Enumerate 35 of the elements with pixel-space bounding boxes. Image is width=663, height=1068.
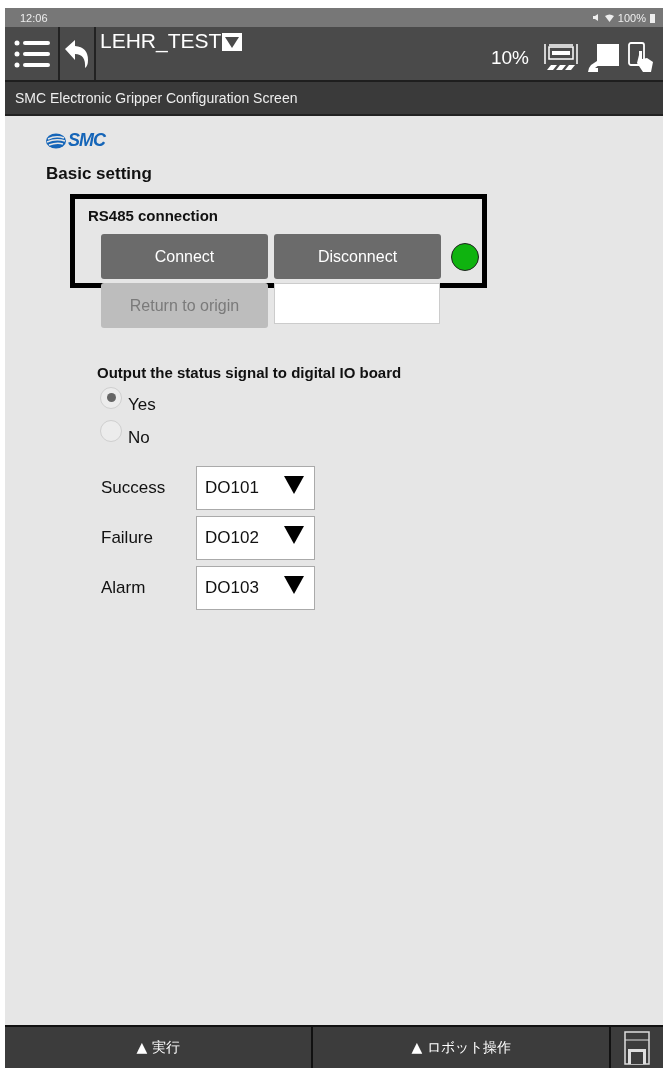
section-title: Basic setting	[46, 164, 153, 184]
speed-value: 10%	[490, 46, 529, 69]
connection-label: RS485 connection	[88, 207, 219, 224]
mute-icon	[591, 13, 601, 22]
input-field[interactable]	[274, 283, 440, 324]
execute-tab[interactable]: ▲ 実行	[5, 1027, 313, 1068]
screen-title: SMC Electronic Gripper Configuration Screen	[15, 90, 298, 106]
dropdown-icon[interactable]	[222, 33, 243, 51]
signal-label: Alarm	[101, 578, 147, 598]
back-arrow-icon	[65, 39, 89, 68]
output-select[interactable]: DO101	[196, 466, 315, 510]
battery-level: 100%	[617, 11, 646, 24]
radio-label: No	[128, 427, 150, 448]
robot-operation-tab[interactable]: ▲ ロボット操作	[313, 1027, 611, 1068]
dropdown-arrow-icon	[284, 576, 304, 594]
menu-icon	[13, 39, 50, 68]
auto-mode-icon[interactable]	[543, 42, 579, 71]
disconnect-button[interactable]: Disconnect	[274, 234, 441, 279]
radio-button[interactable]	[100, 419, 122, 442]
dropdown-arrow-icon	[284, 526, 304, 544]
connect-button[interactable]: Connect	[101, 234, 268, 279]
dropdown-arrow-icon	[284, 476, 304, 494]
clock-time: 12:06	[20, 11, 48, 24]
signal-label: Success	[101, 478, 167, 498]
output-select[interactable]: DO103	[196, 566, 315, 610]
signal-label: Failure	[101, 528, 154, 548]
company-logo: SMC	[45, 130, 105, 151]
output-select[interactable]: DO102	[196, 516, 315, 560]
program-title: LEHR_TEST	[100, 29, 222, 53]
output-heading: Output the status signal to digital IO board	[97, 364, 402, 381]
radio-button[interactable]	[100, 386, 122, 409]
battery-icon	[650, 12, 655, 23]
touch-icon[interactable]	[627, 40, 655, 73]
radio-label: Yes	[128, 394, 156, 415]
wifi-icon	[604, 13, 614, 22]
